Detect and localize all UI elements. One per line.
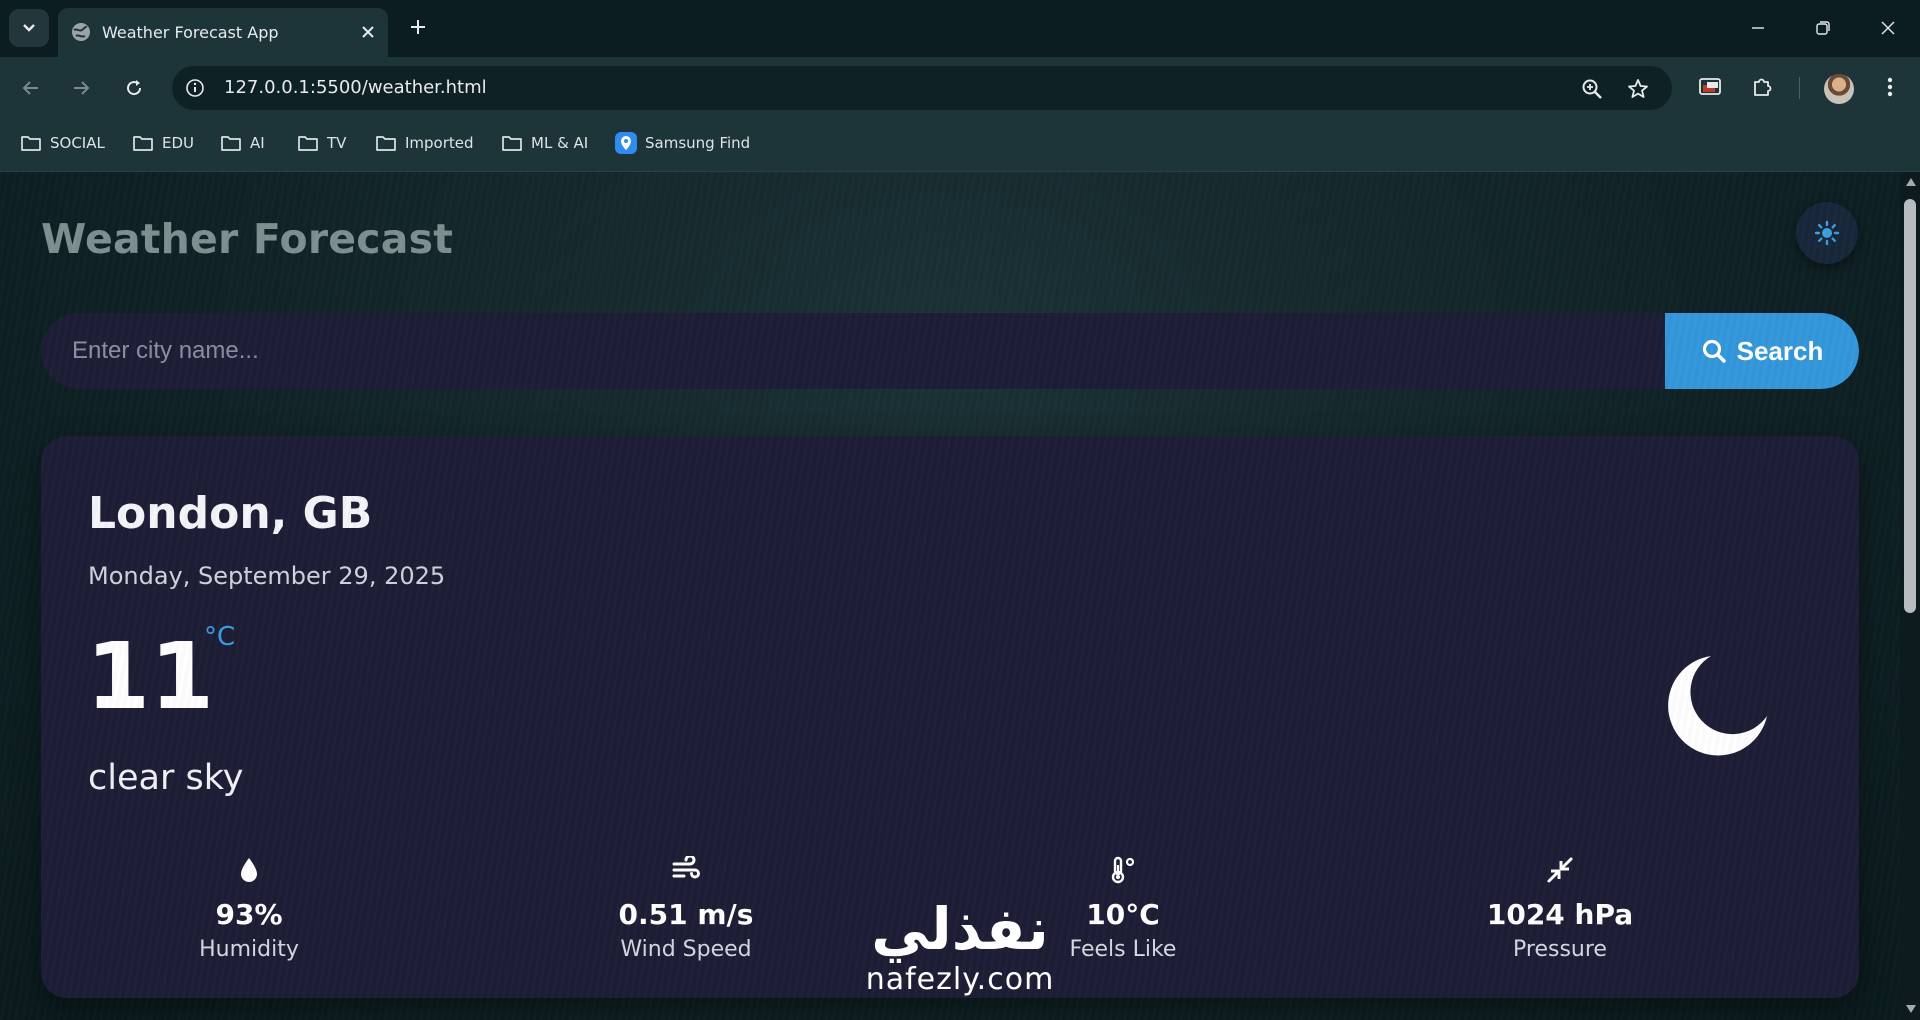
puzzle-icon <box>1754 78 1772 96</box>
close-window-button[interactable] <box>1868 10 1908 46</box>
address-bar[interactable]: 127.0.0.1:5500/weather.html <box>172 66 1672 110</box>
bookmark-label: ML & AI <box>531 134 589 152</box>
plus-icon <box>411 20 425 34</box>
scroll-up-arrow[interactable] <box>1906 178 1916 186</box>
bookmark-label: SOCIAL <box>50 134 105 152</box>
new-tab-button[interactable] <box>403 12 433 42</box>
bookmark-star-button[interactable] <box>1624 75 1652 103</box>
bookmarks-bar: SOCIAL EDU AI TV Imported ML & AI Samsun… <box>0 115 1920 172</box>
url-text[interactable]: 127.0.0.1:5500/weather.html <box>224 77 487 98</box>
search-form: Search <box>41 313 1859 389</box>
wind-speed-stat: 0.51 m/s Wind Speed <box>556 856 816 962</box>
browser-tab-strip: Weather Forecast App <box>0 0 1920 57</box>
cast-icon <box>1699 78 1721 95</box>
tab-close-button[interactable] <box>358 22 378 42</box>
humidity-value: 93% <box>215 898 283 931</box>
bookmark-label: EDU <box>162 134 195 152</box>
weather-app-page: Weather Forecast Search London, GB Monda… <box>0 172 1900 1020</box>
city-name: London, GB <box>88 488 373 539</box>
arrow-left-icon <box>22 81 38 95</box>
bookmark-imported[interactable]: Imported <box>375 129 474 157</box>
wind-speed-label: Wind Speed <box>620 937 752 962</box>
toolbar-divider <box>1799 77 1800 99</box>
arrow-right-icon <box>74 81 90 95</box>
search-icon <box>1702 339 1726 363</box>
bookmark-edu[interactable]: EDU <box>132 129 194 157</box>
watermark-latin: nafezly.com <box>865 962 1055 997</box>
humidity-label: Humidity <box>199 937 299 962</box>
moon-icon <box>1668 656 1767 756</box>
watermark-arabic: نفذلي <box>871 895 1049 963</box>
reload-icon <box>127 80 142 96</box>
folder-icon <box>21 136 41 151</box>
wind-icon <box>672 856 700 879</box>
temperature-value: 11 <box>86 623 215 730</box>
temperature-unit: °C <box>204 622 236 652</box>
site-info-button[interactable] <box>182 75 208 101</box>
humidity-stat: 93% Humidity <box>119 856 379 962</box>
compress-icon <box>1547 857 1573 883</box>
samsung-find-icon <box>615 132 637 154</box>
city-search-input[interactable] <box>41 313 1665 389</box>
cast-button[interactable] <box>1693 70 1727 104</box>
minimize-button[interactable] <box>1738 10 1778 46</box>
bookmark-label: Imported <box>405 134 474 152</box>
wind-speed-value: 0.51 m/s <box>618 898 754 931</box>
bookmark-label: AI <box>250 134 265 152</box>
bookmark-label: TV <box>327 134 347 152</box>
zoom-button[interactable] <box>1578 75 1606 103</box>
bookmark-ml-ai[interactable]: ML & AI <box>501 129 588 157</box>
thermometer-icon <box>1111 856 1135 884</box>
globe-icon <box>72 23 90 41</box>
tab-search-button[interactable] <box>9 9 49 47</box>
zoom-icon <box>1582 79 1602 99</box>
back-button[interactable] <box>13 70 49 106</box>
profile-avatar[interactable] <box>1824 74 1854 104</box>
search-button[interactable]: Search <box>1665 313 1859 389</box>
forward-button[interactable] <box>63 70 99 106</box>
search-button-label: Search <box>1736 335 1824 366</box>
sun-icon <box>1814 220 1840 246</box>
restore-icon <box>1816 21 1830 35</box>
close-icon <box>1881 21 1895 35</box>
nafezly-watermark: نفذلي nafezly.com <box>840 900 1080 997</box>
minimize-icon <box>1752 27 1764 29</box>
current-date: Monday, September 29, 2025 <box>88 562 446 590</box>
bookmark-tv[interactable]: TV <box>297 129 346 157</box>
folder-icon <box>502 136 522 151</box>
active-tab[interactable]: Weather Forecast App <box>58 8 388 57</box>
star-icon <box>1628 79 1648 98</box>
folder-icon <box>133 136 153 151</box>
chevron-down-icon <box>23 24 35 32</box>
theme-toggle-button[interactable] <box>1796 202 1858 264</box>
info-icon <box>186 79 204 97</box>
folder-icon <box>298 136 318 151</box>
reload-button[interactable] <box>116 70 152 106</box>
app-title: Weather Forecast <box>41 215 454 263</box>
droplet-icon <box>241 858 257 882</box>
restore-button[interactable] <box>1803 10 1843 46</box>
bookmark-label: Samsung Find <box>645 134 751 152</box>
folder-icon <box>221 136 241 151</box>
scroll-down-arrow[interactable] <box>1906 1005 1916 1013</box>
scroll-thumb[interactable] <box>1904 199 1916 613</box>
tab-title: Weather Forecast App <box>102 23 279 42</box>
close-icon <box>362 26 374 38</box>
folder-icon <box>376 136 396 151</box>
extensions-button[interactable] <box>1745 70 1779 104</box>
page-scrollbar[interactable] <box>1900 172 1920 1020</box>
more-vertical-icon <box>1887 77 1893 97</box>
browser-menu-button[interactable] <box>1873 70 1907 104</box>
pressure-stat: 1024 hPa Pressure <box>1430 856 1690 962</box>
bookmark-samsung-find[interactable]: Samsung Find <box>615 129 750 157</box>
bookmark-ai[interactable]: AI <box>220 129 265 157</box>
bookmark-social[interactable]: SOCIAL <box>20 129 105 157</box>
pressure-label: Pressure <box>1513 937 1607 962</box>
browser-toolbar: 127.0.0.1:5500/weather.html <box>0 57 1920 115</box>
weather-description: clear sky <box>88 758 244 798</box>
pressure-value: 1024 hPa <box>1486 898 1634 931</box>
